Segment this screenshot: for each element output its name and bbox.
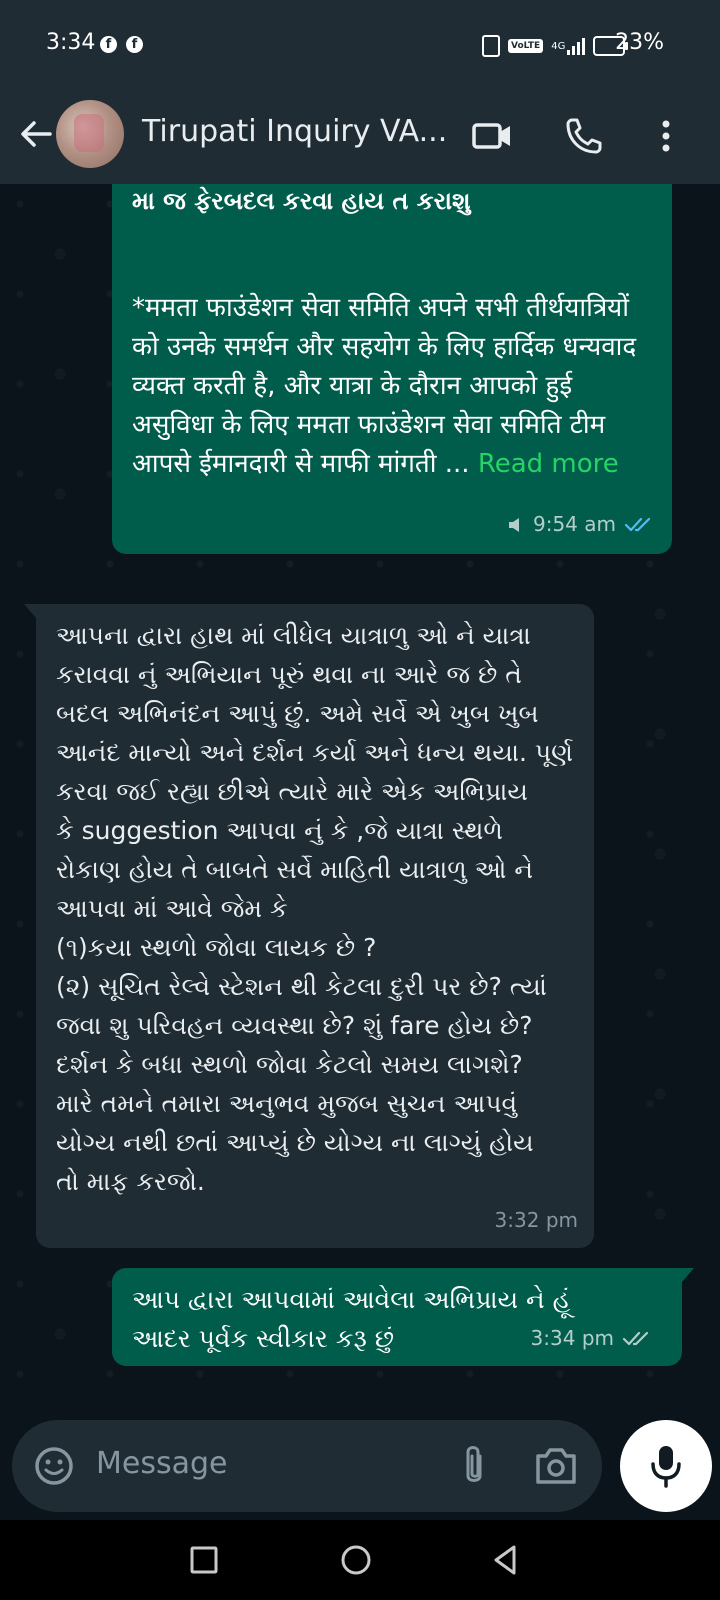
- signal-4g-icon: [567, 37, 586, 55]
- message-line: આપ દ્વારા આપવામાં આવેલા અભિપ્રાય ને હૂં: [132, 1285, 571, 1314]
- bubble-tail: [24, 604, 36, 618]
- message-text: *ममता फाउंडेशन सेवा समिति अपने सभी तीर्थ…: [132, 289, 657, 484]
- message-line: આપવા માં આવે જેમ કે: [56, 894, 288, 923]
- attach-icon[interactable]: [454, 1442, 494, 1490]
- status-icons: VoLTE 4G: [482, 35, 629, 57]
- message-line: કરવા જઈ રહ્યા છીએ ત્યારે મારે એક અભિપ્રા…: [56, 777, 528, 806]
- more-vert-icon[interactable]: [644, 114, 688, 158]
- facebook-icon: f: [100, 36, 117, 53]
- message-line: મારે તમને તમારા અનુભવ મુજબ સુચન આપવું: [56, 1089, 518, 1118]
- message-input-bar: Message: [12, 1420, 602, 1512]
- status-time: 3:34: [46, 30, 96, 55]
- message-meta: 9:54 am: [507, 505, 654, 544]
- emoji-icon[interactable]: [32, 1444, 76, 1488]
- video-call-icon[interactable]: [470, 114, 514, 158]
- home-icon[interactable]: [338, 1542, 374, 1578]
- message-time: 9:54 am: [532, 512, 616, 536]
- message-line: દર્શન કે બધા સ્થળો જોવા કેટલો સમય લાગશે?: [56, 1050, 523, 1079]
- message-line: (૨) સૂચિત રેલ્વે સ્ટેશન થી કેટલા દુરી પર…: [56, 972, 547, 1001]
- message-time: 3:32 pm: [494, 1208, 578, 1232]
- bubble-tail: [682, 1268, 694, 1282]
- back-icon[interactable]: [488, 1542, 524, 1578]
- message-text: મા જ ફેરબદલ કરવા હાય ત કરાશુ: [132, 187, 471, 215]
- message-line: રોકાણ હોય તે બાબતે સર્વે માહિતી યાત્રાળુ…: [56, 855, 534, 884]
- battery-percent: 23%: [615, 30, 664, 55]
- message-line: (૧)કયા સ્થળો જોવા લાયક છે ?: [56, 933, 377, 962]
- message-bubble-outgoing[interactable]: આપ દ્વારા આપવામાં આવેલા અભિપ્રાય ને હૂં …: [112, 1268, 682, 1366]
- message-bubble-outgoing[interactable]: મા જ ફેરબદલ કરવા હાય ત કરાશુ *ममता फाउंड…: [112, 184, 672, 554]
- broadcast-icon: [508, 517, 519, 532]
- chat-header: Tirupati Inquiry VA...: [0, 92, 720, 184]
- message-text: આપના દ્વારા હાથ માં લીધેલ યાત્રાળુ ઓ ને …: [56, 616, 586, 1201]
- system-nav-bar: [0, 1520, 720, 1600]
- read-ticks-icon: [624, 517, 651, 531]
- volte-icon: VoLTE: [508, 39, 544, 53]
- message-time: 3:34 pm: [530, 1326, 614, 1350]
- message-line: બદલ અભિનંદન આપું છું. અમે સર્વે એ ખુબ ખુ…: [56, 699, 539, 728]
- back-arrow-icon[interactable]: [16, 114, 56, 154]
- message-line: તો માફ કરજો.: [56, 1167, 205, 1196]
- mic-button[interactable]: [620, 1420, 712, 1512]
- message-line: કે suggestion આપવા નું કે ,જે યાત્રા સ્થ…: [56, 816, 503, 845]
- camera-icon[interactable]: [532, 1444, 580, 1488]
- delivered-ticks-icon: [622, 1331, 649, 1345]
- message-meta: 3:32 pm: [495, 1201, 578, 1240]
- read-more-link[interactable]: Read more: [478, 449, 619, 479]
- message-meta: 3:34 pm: [531, 1319, 652, 1358]
- mic-icon: [651, 1446, 681, 1488]
- phone-call-icon[interactable]: [562, 114, 606, 158]
- chat-area[interactable]: મા જ ફેરબદલ કરવા હાય ત કરાશુ *ममता फाउंड…: [0, 184, 720, 1420]
- message-line: જવા શુ પરિવહન વ્યવસ્થા છે? શું fare હોય …: [56, 1011, 533, 1040]
- network-type: 4G: [551, 40, 566, 52]
- message-bubble-incoming[interactable]: આપના દ્વારા હાથ માં લીધેલ યાત્રાળુ ઓ ને …: [36, 604, 594, 1248]
- message-line: આનંદ માન્યો અને દર્શન કર્યા અને ધન્ય થયા…: [56, 738, 573, 767]
- chat-title[interactable]: Tirupati Inquiry VA...: [142, 114, 447, 149]
- message-line: આપના દ્વારા હાથ માં લીધેલ યાત્રાળુ ઓ ને …: [56, 621, 531, 650]
- message-line: કરાવવા નું અભિયાન પૂરું થવા ના આરે જ છે …: [56, 660, 522, 689]
- message-input[interactable]: Message: [96, 1446, 227, 1481]
- facebook-icon: f: [126, 36, 143, 53]
- avatar[interactable]: [56, 100, 124, 168]
- nfc-icon: [482, 35, 500, 57]
- message-line: યોગ્ય નથી છતાં આપ્યું છે યોગ્ય ના લાગ્યુ…: [56, 1128, 534, 1157]
- status-bar: 3:34 f f VoLTE 4G 23%: [0, 0, 720, 92]
- recents-icon[interactable]: [186, 1542, 222, 1578]
